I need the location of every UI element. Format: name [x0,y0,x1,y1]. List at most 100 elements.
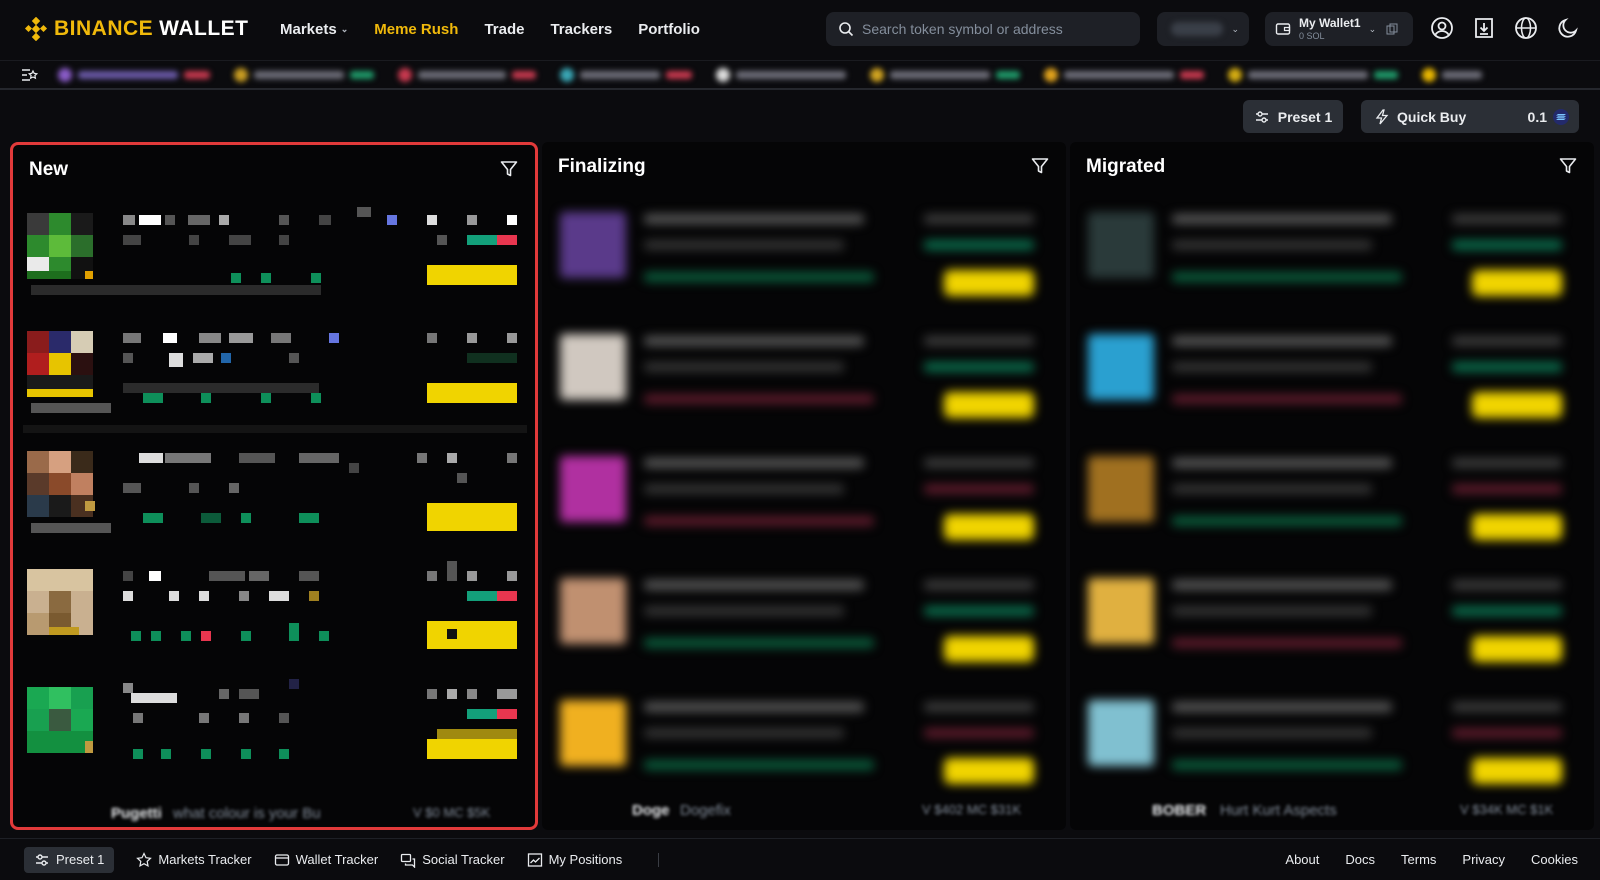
quick-buy-button[interactable] [427,383,517,403]
quick-buy-button[interactable] [427,739,517,759]
wallet-selector[interactable]: My Wallet1 0 SOL ⌄ [1265,12,1413,46]
footer-link-privacy[interactable]: Privacy [1462,852,1505,867]
footer-link-cookies[interactable]: Cookies [1531,852,1578,867]
footer-bar: Preset 1 Markets Tracker Wallet Tracker … [0,838,1600,880]
ticker-settings-icon[interactable] [20,66,38,84]
token-description: Dogefix [680,802,731,819]
token-row[interactable] [23,679,527,797]
token-avatar [27,569,93,635]
footer-my-positions[interactable]: My Positions [527,852,622,868]
token-name: Pugetti [111,805,162,822]
footer-link-about[interactable]: About [1285,852,1319,867]
token-row[interactable] [552,442,1056,562]
nav-trade-label: Trade [484,20,525,38]
chevron-down-icon: ⌄ [1231,23,1239,34]
column-finalizing: Finalizing Doge Dogefix V $402 MC $31K [542,142,1066,830]
quick-buy-control[interactable]: Quick Buy 0.1 [1361,100,1579,133]
filter-icon[interactable] [499,159,519,179]
network-selector[interactable]: ⌄ [1157,12,1249,46]
star-icon [136,851,153,867]
nav-trade[interactable]: Trade [484,21,524,38]
account-icon[interactable] [1430,16,1454,40]
nav-meme-rush[interactable]: Meme Rush [374,21,458,38]
token-row[interactable] [1080,686,1584,806]
quick-buy-button[interactable] [427,621,517,649]
search-input[interactable] [862,21,1132,37]
token-row[interactable] [552,686,1056,806]
token-row[interactable] [1080,198,1584,318]
token-avatar [27,331,93,397]
token-row[interactable] [552,198,1056,318]
quick-buy-button[interactable] [427,265,517,285]
quick-buy-label: Quick Buy [1397,108,1467,125]
sol-coin-icon [1553,108,1569,125]
search-icon [839,22,854,37]
globe-icon[interactable] [1514,16,1538,40]
wallet-icon [1275,23,1291,35]
token-row[interactable] [23,323,527,441]
lightning-icon [1375,108,1389,124]
meme-rush-toolbar: Preset 1 Quick Buy 0.1 [0,92,1600,140]
chat-icon [401,853,416,868]
token-description: what colour is your Bu [173,805,321,822]
download-icon[interactable] [1472,16,1496,40]
token-row[interactable] [552,564,1056,684]
column-title-new: New [29,159,69,180]
brand-product: WALLET [159,17,249,40]
chart-icon [527,852,542,867]
token-row[interactable] [23,443,527,561]
filter-icon[interactable] [1558,156,1578,176]
token-row[interactable] [1080,442,1584,562]
chevron-down-icon: ⌄ [340,23,349,34]
token-name: Doge [632,802,670,819]
token-row[interactable] [1080,320,1584,440]
quick-buy-button[interactable] [427,503,517,531]
footer-wallet-tracker[interactable]: Wallet Tracker [274,852,379,868]
nav-markets-label: Markets [280,20,337,38]
footer-social-tracker-label: Social Tracker [422,852,505,867]
search-box[interactable] [826,12,1140,46]
wallet-balance: 0 SOL [1299,31,1325,41]
token-row[interactable] [1080,564,1584,684]
token-row[interactable] [23,561,527,679]
top-nav-bar: BINANCE WALLET Markets ⌄ Meme Rush Trade T… [0,0,1600,58]
token-row-partial[interactable]: BOBER Hurt Kurt Aspects V $34K MC $1K [1070,800,1594,830]
brand-name: BINANCE [54,17,154,40]
dark-mode-icon[interactable] [1556,16,1580,40]
token-stats: V $34K MC $1K [1460,802,1554,817]
footer-link-docs[interactable]: Docs [1345,852,1375,867]
sliders-icon [1255,110,1268,123]
binance-wallet-logo[interactable]: BINANCE WALLET [24,17,254,41]
footer-markets-tracker-label: Markets Tracker [158,852,252,867]
nav-markets[interactable]: Markets ⌄ [280,21,348,38]
token-row[interactable] [23,205,527,323]
token-name: BOBER [1152,802,1207,819]
ticker-items-blurred [58,67,1482,82]
quick-buy-amount[interactable]: 0.1 [1528,109,1547,125]
footer-markets-tracker[interactable]: Markets Tracker [136,851,252,868]
token-row[interactable] [552,320,1056,440]
column-title-migrated: Migrated [1086,156,1166,177]
copy-icon[interactable] [1386,23,1398,35]
nav-portfolio[interactable]: Portfolio [638,21,700,38]
token-row-partial[interactable]: Pugetti what colour is your Bu V $0 MC $… [13,803,535,827]
nav-trackers-label: Trackers [550,20,613,38]
footer-wallet-tracker-label: Wallet Tracker [295,852,379,867]
chevron-down-icon: ⌄ [1368,23,1377,34]
footer-link-terms[interactable]: Terms [1401,852,1436,867]
wallet-icon [274,853,289,866]
network-selector-blurred-value [1171,22,1223,36]
nav-meme-rush-label: Meme Rush [374,20,459,38]
preset-label: Preset 1 [1277,108,1333,125]
price-ticker-bar [0,60,1600,90]
nav-trackers[interactable]: Trackers [550,21,612,38]
preset-button[interactable]: Preset 1 [1243,100,1343,133]
footer-preset-button[interactable]: Preset 1 [24,846,115,873]
footer-social-tracker[interactable]: Social Tracker [400,852,505,868]
filter-icon[interactable] [1030,156,1050,176]
wallet-name: My Wallet1 [1299,16,1361,30]
token-avatar [27,687,93,753]
token-row-partial[interactable]: Doge Dogefix V $402 MC $31K [542,800,1066,830]
footer-preset-label: Preset 1 [56,852,105,867]
column-migrated: Migrated BOBER Hurt Kurt Aspects V $34K … [1070,142,1594,830]
